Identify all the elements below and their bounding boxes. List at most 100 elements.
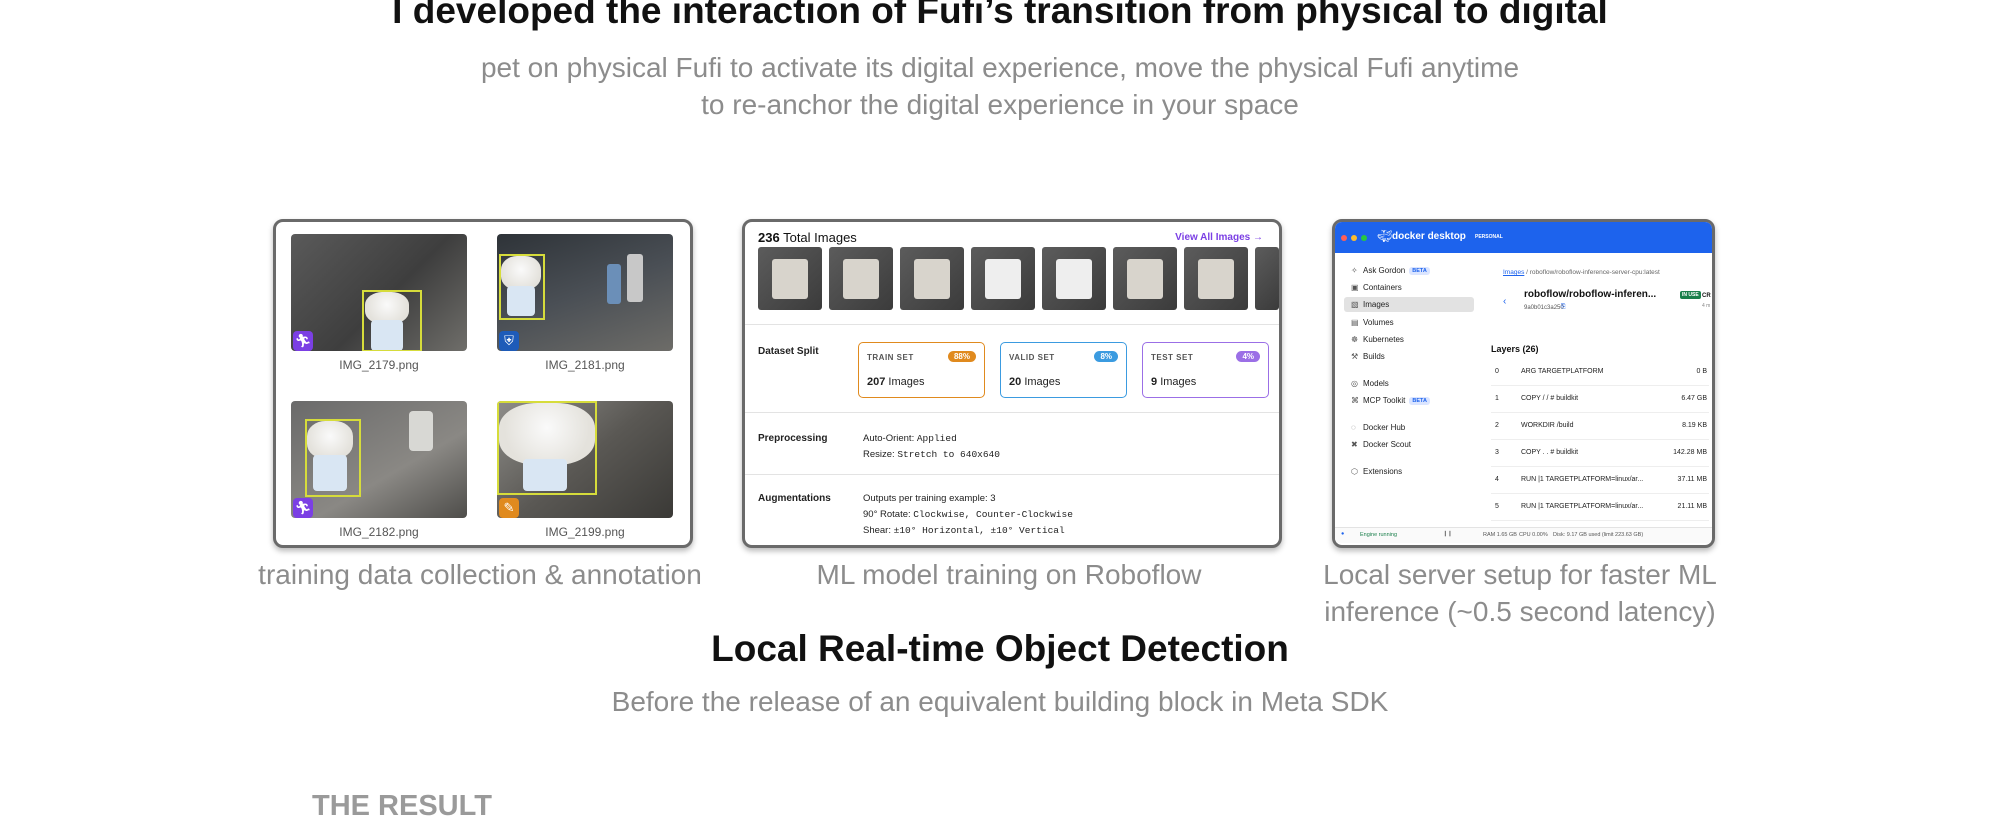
setting-value: 3 <box>990 493 996 504</box>
image-title: roboflow/roboflow-inferen... <box>1524 289 1657 300</box>
layer-size: 142.28 MB <box>1673 449 1707 456</box>
layer-size: 37.11 MB <box>1677 476 1707 483</box>
dataset-thumbnail[interactable] <box>1255 247 1279 310</box>
bounding-box <box>362 290 422 351</box>
set-percent-badge: 4% <box>1236 351 1260 362</box>
pause-icon[interactable]: ❙❙ <box>1443 531 1452 537</box>
dataset-split-label: Dataset Split <box>758 346 819 357</box>
layer-row[interactable]: 2 WORKDIR /build 8.19 KB <box>1491 413 1709 440</box>
layer-row[interactable]: 0 ARG TARGETPLATFORM 0 B <box>1491 359 1709 386</box>
dataset-thumbnail[interactable] <box>900 247 964 310</box>
sidebar-item-docker-scout[interactable]: ✖ Docker Scout <box>1351 440 1411 449</box>
sidebar-item-mcp-toolkit[interactable]: ⌘ MCP Toolkit BETA <box>1351 396 1430 405</box>
containers-icon: ▣ <box>1351 283 1359 292</box>
set-name: TEST SET <box>1151 353 1194 362</box>
layer-index: 4 <box>1495 476 1499 483</box>
models-icon: ◎ <box>1351 379 1358 388</box>
layer-row[interactable]: 3 COPY . . # buildkit 142.28 MB <box>1491 440 1709 467</box>
sidebar-item-extensions[interactable]: ⬡ Extensions <box>1351 467 1402 476</box>
dataset-thumbnail[interactable] <box>829 247 893 310</box>
layer-index: 2 <box>1495 422 1499 429</box>
view-all-images-link[interactable]: View All Images → <box>1175 232 1263 243</box>
image-filename: IMG_2182.png <box>339 525 419 539</box>
layer-row[interactable]: 4 RUN |1 TARGETPLATFORM=linux/ar... 37.11 … <box>1491 467 1709 494</box>
annotated-image-thumbnail[interactable]: 🏃︎ <box>291 234 467 351</box>
setting-key: Shear: <box>863 525 891 536</box>
cut-off-label: CR <box>1702 293 1711 299</box>
thumbnail-subject <box>914 259 950 299</box>
images-icon: ▧ <box>1351 300 1359 309</box>
cut-off-sub-label: 4 m <box>1702 303 1711 309</box>
back-chevron-icon[interactable]: ‹ <box>1503 296 1506 307</box>
sidebar-item-containers[interactable]: ▣ Containers <box>1351 283 1402 292</box>
sidebar-item-kubernetes[interactable]: ☸ Kubernetes <box>1351 335 1404 344</box>
dataset-thumbnail[interactable] <box>1042 247 1106 310</box>
test-set-box[interactable]: TEST SET 4% 9 Images <box>1142 342 1269 398</box>
set-name: TRAIN SET <box>867 353 914 362</box>
docker-caption-line-2: inference (~0.5 second latency) <box>1324 596 1716 627</box>
annotation-caption: training data collection & annotation <box>258 559 702 590</box>
window-close-dot[interactable] <box>1341 235 1347 241</box>
breadcrumb-images-link[interactable]: Images <box>1503 269 1524 276</box>
thumbnail-subject <box>1056 259 1092 299</box>
augmentations-label: Augmentations <box>758 493 831 504</box>
bottle <box>409 411 433 451</box>
set-count-unit: Images <box>1160 376 1197 388</box>
preprocessing-resize: Resize: Stretch to 640x640 <box>863 449 1000 460</box>
layer-command: RUN |1 TARGETPLATFORM=linux/ar... <box>1521 476 1644 483</box>
layer-row[interactable]: 5 RUN |1 TARGETPLATFORM=linux/ar... 21.11 … <box>1491 494 1709 521</box>
sidebar-item-label: Images <box>1363 300 1390 309</box>
pencil-icon: ✎ <box>499 498 519 518</box>
breadcrumb-current: roboflow/roboflow-inference-server-cpu:l… <box>1529 269 1660 276</box>
sidebar-item-label: MCP Toolkit <box>1363 396 1406 405</box>
dataset-thumbnail[interactable] <box>1184 247 1248 310</box>
dataset-thumbnail[interactable] <box>971 247 1035 310</box>
annotated-image-thumbnail[interactable]: ✎ <box>497 401 673 518</box>
window-maximize-dot[interactable] <box>1361 235 1367 241</box>
set-count-number: 20 <box>1009 376 1022 388</box>
breadcrumb: Images / roboflow/roboflow-inference-ser… <box>1503 269 1660 276</box>
extensions-icon: ⬡ <box>1351 467 1358 476</box>
setting-value: Clockwise, Counter-Clockwise <box>913 509 1073 520</box>
sidebar-item-ask-gordon[interactable]: ✧ Ask Gordon BETA <box>1351 266 1430 275</box>
sidebar-item-images[interactable]: ▧ Images <box>1351 300 1389 309</box>
sidebar-item-models[interactable]: ◎ Models <box>1351 379 1389 388</box>
layer-size: 21.11 MB <box>1677 503 1707 510</box>
valid-set-box[interactable]: VALID SET 8% 20 Images <box>1000 342 1127 398</box>
annotated-image-thumbnail[interactable]: ⛨ <box>497 234 673 351</box>
sidebar-item-builds[interactable]: ⚒ Builds <box>1351 352 1385 361</box>
sidebar-item-docker-hub[interactable]: ◌ Docker Hub <box>1351 423 1405 432</box>
layer-size: 8.19 KB <box>1682 422 1707 429</box>
kubernetes-icon: ☸ <box>1351 335 1359 344</box>
window-minimize-dot[interactable] <box>1351 235 1357 241</box>
divider <box>745 412 1279 413</box>
engine-status: Engine running <box>1360 532 1398 538</box>
cpu-usage: CPU 0.00% <box>1519 532 1548 538</box>
setting-key: Resize: <box>863 449 895 460</box>
volumes-icon: ▤ <box>1351 318 1359 327</box>
setting-key: Outputs per training example: <box>863 493 988 504</box>
set-count-number: 9 <box>1151 376 1158 388</box>
section-subtitle: Before the release of an equivalent buil… <box>611 686 1389 717</box>
total-images-label: Total Images <box>783 230 857 245</box>
page-subtitle-line-1: pet on physical Fufi to activate its dig… <box>480 52 1520 83</box>
sidebar-item-volumes[interactable]: ▤ Volumes <box>1351 318 1394 327</box>
layer-index: 0 <box>1495 368 1499 375</box>
copy-icon[interactable]: ⎘ <box>1561 304 1566 311</box>
train-set-box[interactable]: TRAIN SET 88% 207 Images <box>858 342 985 398</box>
layer-index: 5 <box>1495 503 1499 510</box>
annotation-screenshot-card: 🏃︎ IMG_2179.png ⛨ IMG_2181.png 🏃︎ IMG_21… <box>273 219 693 548</box>
dataset-thumbnail[interactable] <box>758 247 822 310</box>
dataset-thumbnail[interactable] <box>1113 247 1177 310</box>
plan-badge: PERSONAL <box>1475 234 1503 240</box>
result-heading: THE RESULT <box>312 790 492 822</box>
layer-row[interactable]: 1 COPY / / # buildkit 6.47 GB <box>1491 386 1709 413</box>
thumbnail-subject <box>1198 259 1234 299</box>
annotated-image-thumbnail[interactable]: 🏃︎ <box>291 401 467 518</box>
thumbnail-subject <box>843 259 879 299</box>
set-percent-badge: 8% <box>1094 351 1118 362</box>
arrow-right-icon: → <box>1253 232 1263 243</box>
bounding-box <box>499 254 545 320</box>
setting-value: Stretch to 640x640 <box>897 449 1000 460</box>
shield-icon: ⛨ <box>499 331 519 351</box>
